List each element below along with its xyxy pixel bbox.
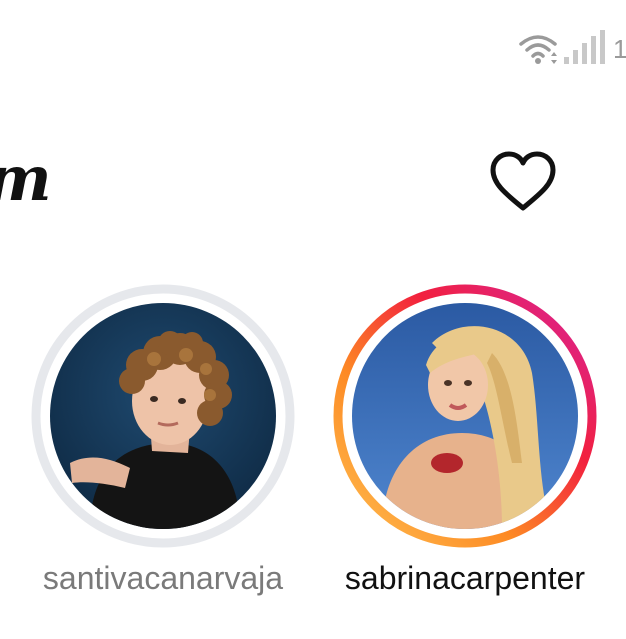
avatar	[50, 303, 276, 529]
wifi-icon	[519, 35, 557, 64]
story-ring	[31, 284, 295, 548]
avatar	[352, 303, 578, 529]
story-username: sabrinacarpenter	[344, 560, 586, 596]
story-item[interactable]: santivacanarvaja	[28, 284, 298, 594]
cell-signal-icon	[564, 30, 605, 64]
status-bar: 19	[518, 28, 626, 68]
story-item[interactable]: sabrinacarpenter	[330, 284, 600, 594]
story-username: santivacanarvaja	[42, 560, 284, 596]
story-ring	[333, 284, 597, 548]
status-time: 19	[613, 34, 626, 64]
heart-icon[interactable]	[488, 150, 558, 214]
app-logo[interactable]: m	[0, 148, 52, 210]
